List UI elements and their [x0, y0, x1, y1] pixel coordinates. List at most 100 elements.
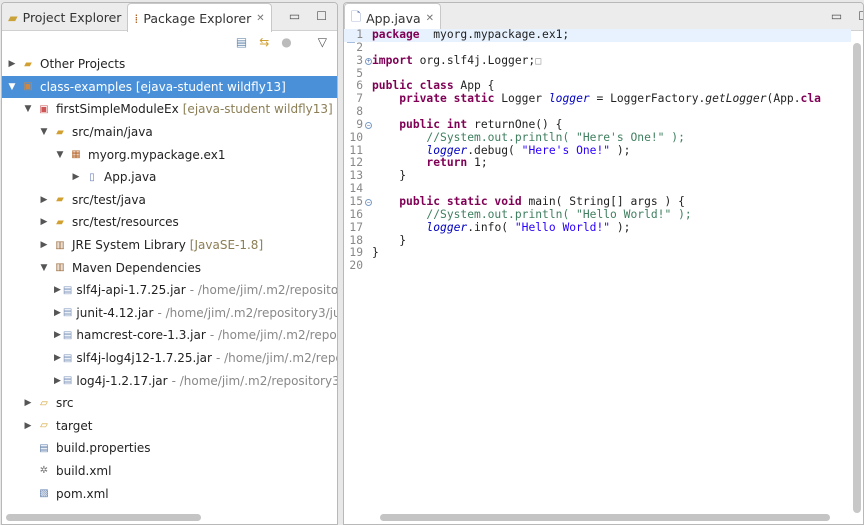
chevron-down-icon[interactable]: ▼: [38, 127, 50, 137]
minimize-icon[interactable]: ▭: [289, 9, 300, 23]
maximize-icon[interactable]: ☐: [316, 9, 327, 23]
code-text: }: [372, 169, 406, 183]
tree-item[interactable]: ▶ ▰ src/test/java: [2, 189, 337, 212]
properties-file-icon: ▤: [39, 442, 49, 454]
code-token: //System.out.println( "Hello World!" );: [426, 207, 692, 221]
collapse-fold-icon[interactable]: −: [365, 198, 372, 206]
chevron-right-icon[interactable]: ▶: [70, 172, 82, 182]
tree-item-label: App.java: [104, 170, 157, 185]
tree-item[interactable]: ▶ ▤ log4j-1.2.17.jar - /home/jim/.m2/reposi…: [2, 369, 337, 392]
chevron-right-icon[interactable]: ▶: [6, 59, 18, 69]
filter-icon[interactable]: ●: [281, 35, 291, 49]
xml-file-icon: ▧: [39, 488, 49, 500]
chevron-right-icon[interactable]: ▶: [54, 376, 61, 386]
code-token: public int: [399, 117, 468, 131]
tree-item[interactable]: ▼ ▦ myorg.mypackage.ex1: [2, 143, 337, 166]
chevron-right-icon[interactable]: ▶: [38, 195, 50, 205]
code-token: logger: [426, 143, 468, 157]
maximize-icon[interactable]: ☐: [858, 9, 863, 23]
code-token: }: [372, 233, 407, 247]
chevron-right-icon[interactable]: ▶: [38, 240, 50, 250]
chevron-right-icon[interactable]: ▶: [22, 398, 34, 408]
code-line: 18 }: [344, 233, 851, 248]
horizontal-scrollbar[interactable]: [6, 514, 201, 521]
source-folder-icon: ▰: [56, 216, 64, 228]
code-line: 19}: [344, 246, 851, 260]
java-editor: 🗋App.java ✕ ▭ ☐ 1 package myorg.mypackage.e…: [343, 2, 864, 525]
chevron-down-icon[interactable]: ▼: [6, 82, 18, 92]
tree-item[interactable]: ▶ ▤ junit-4.12.jar - /home/jim/.m2/reposito…: [2, 302, 337, 325]
tree-item[interactable]: ▶ ▥ JRE System Library [JavaSE-1.8]: [2, 234, 337, 257]
tree-item[interactable]: ▶ ▰ Other Projects: [2, 53, 337, 76]
tree-item[interactable]: ▶ ▯ App.java: [2, 166, 337, 189]
chevron-right-icon[interactable]: ▶: [38, 217, 50, 227]
tab-project-explorer[interactable]: ▰ Project Explorer: [2, 3, 127, 31]
tree-item-label: myorg.mypackage.ex1: [88, 147, 226, 162]
line-number: 15−: [349, 194, 372, 208]
maven-project-icon: ▣: [39, 103, 49, 115]
tree-item[interactable]: ▤ build.properties: [2, 437, 337, 460]
chevron-down-icon[interactable]: ▼: [22, 104, 34, 114]
ant-file-icon: ✲: [39, 465, 49, 477]
code-token: public class: [372, 79, 454, 93]
tree-item[interactable]: ▶ ▤ hamcrest-core-1.3.jar - /home/jim/.m2/r…: [2, 324, 337, 347]
chevron-down-icon[interactable]: ▼: [38, 263, 50, 273]
code-area[interactable]: 1 package myorg.mypackage.ex1; 2 3 + import o…: [344, 28, 851, 273]
view-menu-icon[interactable]: ▽: [318, 35, 327, 49]
vertical-scrollbar[interactable]: [853, 43, 861, 513]
code-line: 1 package myorg.mypackage.ex1;: [344, 28, 851, 42]
tree-item[interactable]: ▶ ▤ slf4j-api-1.7.25.jar - /home/jim/.m2/re…: [2, 279, 337, 302]
code-line: 3 + import org.slf4j.Logger;□: [344, 53, 851, 68]
close-icon[interactable]: ✕: [426, 13, 434, 24]
code-token: //System.out.println( "Here's One!" );: [426, 130, 685, 144]
code-token: (App.: [766, 92, 801, 106]
code-line: 12 return 1;: [344, 157, 851, 170]
collapse-all-icon[interactable]: ▤: [236, 35, 247, 49]
library-icon: ▥: [55, 262, 65, 274]
jar-icon: ▤: [62, 307, 73, 319]
chevron-down-icon[interactable]: ▼: [54, 150, 66, 160]
tree-item[interactable]: ✲ build.xml: [2, 460, 337, 483]
package-explorer-view: ▰ Project Explorer ⁞ Package Explorer ✕ ▭ ☐ …: [1, 2, 338, 525]
tree-item[interactable]: ▶ ▰ src/test/resources: [2, 211, 337, 234]
horizontal-scrollbar[interactable]: [380, 514, 830, 521]
code-token: );: [610, 143, 631, 157]
chevron-right-icon[interactable]: ▶: [22, 421, 34, 431]
chevron-right-icon[interactable]: ▶: [54, 353, 61, 363]
line-number: 2: [356, 40, 363, 54]
chevron-right-icon[interactable]: ▶: [54, 330, 61, 340]
code-token: org.slf4j.Logger;: [412, 53, 536, 67]
tree-item[interactable]: ▧ pom.xml: [2, 482, 337, 505]
close-icon[interactable]: ✕: [256, 13, 264, 24]
expand-fold-icon[interactable]: +: [365, 57, 372, 65]
code-token: public static void: [399, 194, 522, 208]
tree-item[interactable]: ▶ ▱ target: [2, 415, 337, 438]
tree-item-label: firstSimpleModuleEx: [56, 102, 179, 117]
line-number: 3 +: [356, 53, 372, 67]
tree-item[interactable]: ▼ ▣ class-examples [ejava-student wildfly1…: [2, 75, 337, 99]
tree-item[interactable]: ▼ ▣ firstSimpleModuleEx [ejava-student wild…: [2, 98, 337, 121]
link-with-editor-icon[interactable]: ⇆: [259, 35, 269, 49]
line-number: 10: [349, 130, 363, 144]
minimize-icon[interactable]: ▭: [831, 9, 842, 23]
tree-item-decoration: [JavaSE-1.8]: [189, 238, 264, 253]
chevron-right-icon[interactable]: ▶: [54, 285, 61, 295]
chevron-right-icon[interactable]: ▶: [54, 308, 61, 318]
tree-item-label: src/test/java: [72, 192, 146, 207]
code-text: }: [372, 246, 379, 260]
code-token: }: [372, 246, 379, 260]
jar-icon: ▤: [62, 352, 73, 364]
code-token: logger: [426, 220, 468, 234]
tree-item-label: class-examples [ejava-student wildfly13]: [40, 79, 286, 94]
code-token: import: [372, 53, 413, 67]
tree-item[interactable]: ▶ ▱ src: [2, 392, 337, 415]
tree-item[interactable]: ▶ ▤ slf4j-log4j12-1.7.25.jar - /home/jim/.m…: [2, 347, 337, 370]
tree-item-decoration: - /home/jim/.m2/repo: [215, 351, 338, 366]
tree-item-label: src/test/resources: [72, 215, 179, 230]
line-number: 20: [349, 259, 363, 273]
tab-package-explorer[interactable]: ⁞ Package Explorer ✕: [127, 3, 272, 32]
tree-item[interactable]: ▼ ▰ src/main/java: [2, 121, 337, 144]
collapse-fold-icon[interactable]: −: [365, 121, 372, 129]
tree-item[interactable]: ▼ ▥ Maven Dependencies: [2, 256, 337, 279]
